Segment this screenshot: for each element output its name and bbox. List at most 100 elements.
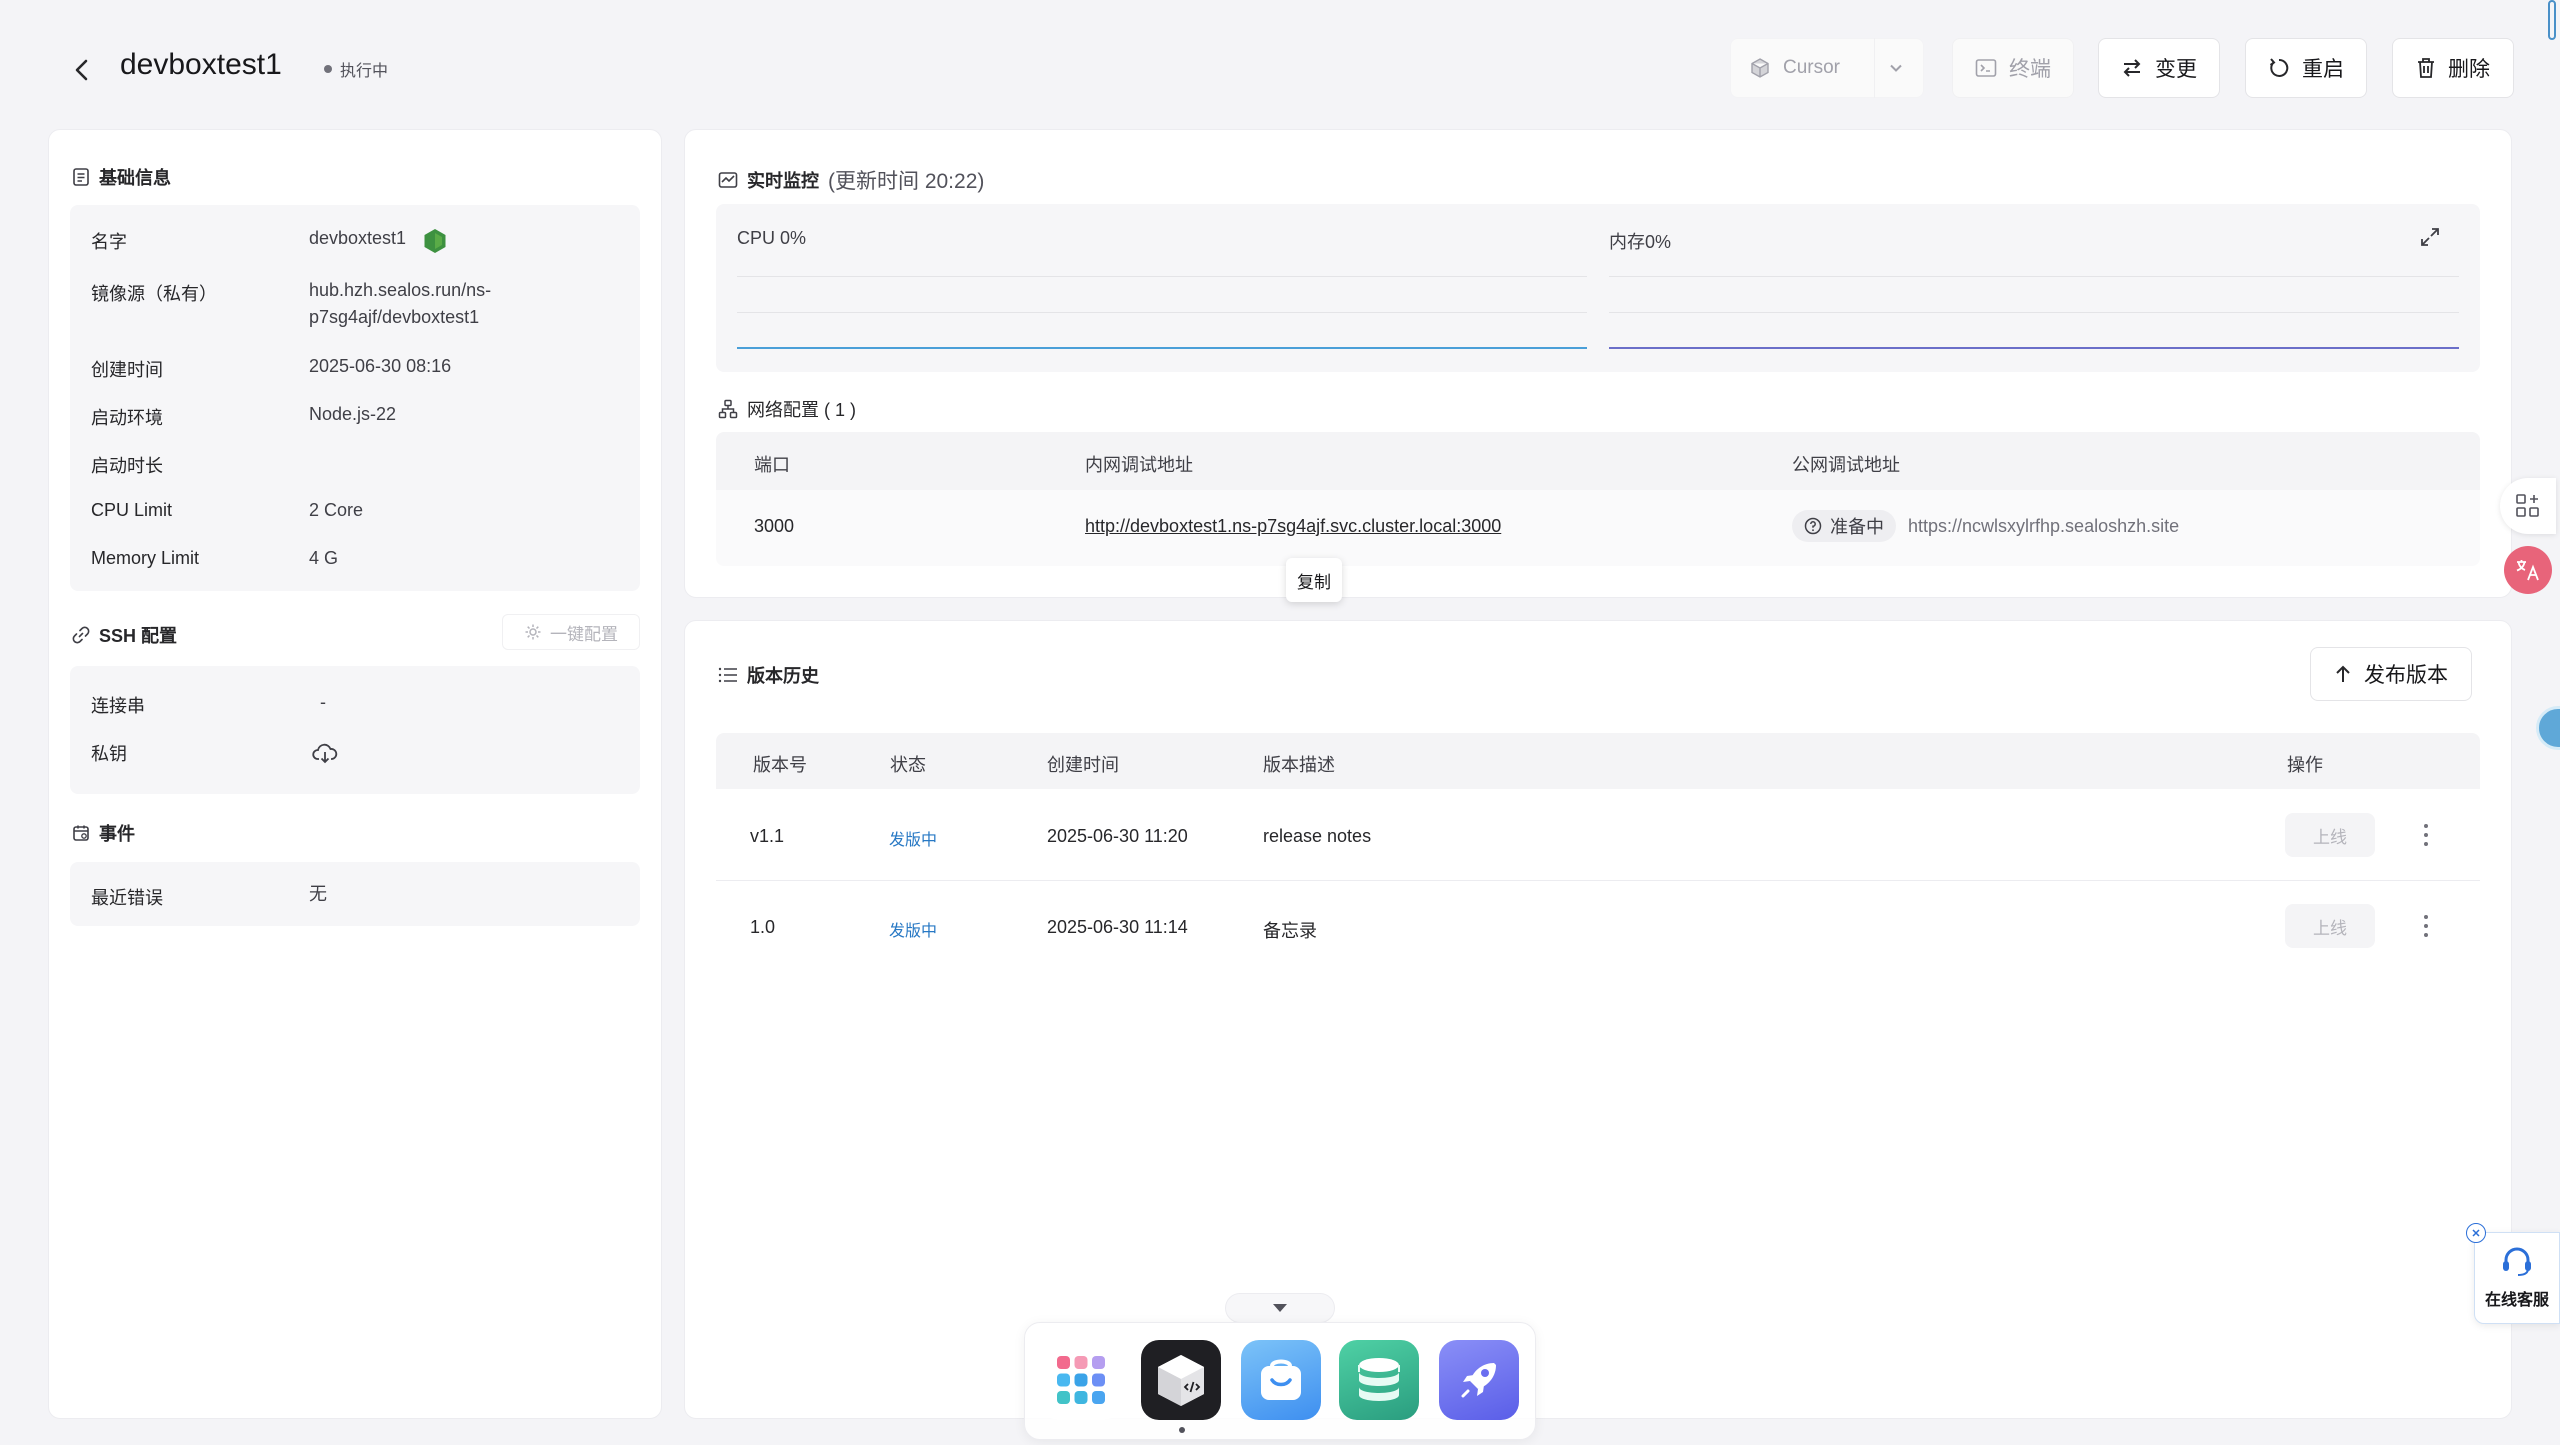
page-title: devboxtest1 [120, 48, 282, 81]
network-header-internal: 内网调试地址 [1085, 455, 1193, 475]
chevron-down-icon [1890, 64, 1902, 72]
expand-monitor-button[interactable] [2419, 226, 2441, 248]
nodejs-icon [423, 228, 447, 254]
version-header-status: 状态 [890, 755, 926, 775]
version-header-actions: 操作 [2287, 755, 2323, 775]
support-close-button[interactable] [2466, 1223, 2486, 1243]
version-desc: 备忘录 [1263, 921, 1317, 941]
public-address[interactable]: https://ncwlsxylrfhp.sealoshzh.site [1908, 516, 2179, 537]
dock-active-indicator [1179, 1427, 1185, 1433]
gear-icon [525, 624, 541, 640]
version-header-created: 创建时间 [1047, 755, 1119, 775]
dock-app-grid[interactable] [1041, 1340, 1121, 1420]
question-circle-icon [1804, 517, 1822, 535]
ide-select-button[interactable]: Cursor [1730, 38, 1924, 98]
info-label-name: 名字 [91, 232, 127, 252]
status-dot [324, 65, 332, 73]
table-row [716, 881, 2480, 973]
info-label-runtime: 启动环境 [91, 408, 163, 428]
version-table-header [716, 733, 2480, 789]
support-widget[interactable]: 在线客服 [2474, 1232, 2560, 1324]
cpu-chart [737, 276, 1587, 350]
devbox-icon [1158, 1355, 1204, 1406]
database-icon [1358, 1358, 1400, 1401]
back-button[interactable] [64, 52, 100, 88]
version-history-title: 版本历史 [718, 662, 819, 688]
monitor-title: 实时监控 (更新时间 20:22) [718, 165, 984, 195]
copy-tooltip: 复制 [1286, 558, 1342, 602]
memory-usage-label: 内存0% [1609, 232, 1672, 252]
dock-app-store[interactable] [1241, 1340, 1321, 1420]
dock-database[interactable] [1339, 1340, 1419, 1420]
version-desc: release notes [1263, 826, 1372, 846]
restart-button[interactable]: 重启 [2245, 38, 2367, 98]
network-icon [718, 399, 738, 419]
more-vertical-icon [2424, 915, 2428, 937]
caret-down-icon [1273, 1304, 1287, 1312]
scrollbar-indicator[interactable] [2548, 0, 2556, 40]
app-add-button[interactable] [2500, 478, 2556, 534]
chevron-left-icon [75, 59, 88, 81]
monitor-update-time: (更新时间 20:22) [828, 170, 985, 193]
memory-chart-line [1609, 347, 2459, 349]
delete-button[interactable]: 删除 [2392, 38, 2514, 98]
download-key-button[interactable] [312, 742, 338, 764]
ssh-box [70, 666, 640, 794]
publish-version-button[interactable]: 发布版本 [2310, 647, 2472, 701]
info-value-image: hub.hzh.sealos.run/ns- p7sg4ajf/devboxte… [309, 280, 492, 327]
monitor-chart-icon [718, 172, 738, 188]
go-online-button[interactable]: 上线 [2285, 813, 2375, 857]
version-status: 发版中 [889, 923, 938, 940]
cpu-chart-line [737, 347, 1587, 349]
more-vertical-icon [2424, 824, 2428, 846]
dock-launchpad[interactable] [1439, 1340, 1519, 1420]
go-online-button[interactable]: 上线 [2285, 904, 2375, 948]
public-status-badge: 准备中 [1792, 510, 1896, 542]
trash-icon [2418, 58, 2434, 78]
info-value-created: 2025-06-30 08:16 [309, 356, 452, 376]
cloud-download-icon [312, 743, 338, 764]
one-click-config-button[interactable]: 一键配置 [502, 614, 640, 650]
more-actions-button[interactable] [2418, 818, 2434, 852]
version-number: v1.1 [750, 826, 785, 846]
version-header-desc: 版本描述 [1263, 755, 1335, 775]
restart-icon [2269, 58, 2289, 77]
info-value-name: devboxtest1 [309, 228, 407, 248]
dock-collapse-button[interactable] [1225, 1293, 1335, 1323]
internal-address-link[interactable]: http://devboxtest1.ns-p7sg4ajf.svc.clust… [1085, 516, 1501, 537]
info-value-memory: 4 G [309, 548, 339, 568]
translate-button[interactable] [2504, 546, 2552, 594]
version-number: 1.0 [750, 917, 776, 937]
cube-icon [1751, 58, 1769, 78]
version-status: 发版中 [889, 832, 938, 849]
event-value-last-error: 无 [309, 884, 327, 904]
basic-info-box [70, 205, 640, 591]
memory-chart [1609, 276, 2459, 350]
expand-icon [2421, 228, 2439, 246]
list-icon [718, 667, 737, 683]
ssh-value-connection: - [320, 692, 326, 712]
document-icon [73, 168, 89, 186]
version-created: 2025-06-30 11:20 [1047, 826, 1188, 846]
terminal-button[interactable]: 终端 [1952, 38, 2074, 98]
event-label-last-error: 最近错误 [91, 888, 163, 908]
terminal-icon [1975, 59, 1997, 77]
more-actions-button[interactable] [2418, 909, 2434, 943]
ssh-label-private-key: 私钥 [91, 744, 127, 764]
floating-assistant-button[interactable] [2536, 706, 2560, 750]
network-port: 3000 [754, 516, 795, 536]
basic-info-title: 基础信息 [72, 164, 171, 190]
network-header-port: 端口 [754, 455, 790, 475]
change-button[interactable]: 变更 [2098, 38, 2220, 98]
swap-icon [2123, 59, 2141, 77]
network-title: 网络配置 ( 1 ) [718, 396, 856, 422]
table-row [716, 789, 2480, 881]
info-label-created: 创建时间 [91, 360, 163, 380]
ssh-label-connection: 连接串 [91, 696, 145, 716]
network-header-public: 公网调试地址 [1792, 455, 1900, 475]
calendar-icon [73, 825, 89, 841]
support-label: 在线客服 [2484, 1292, 2549, 1309]
ssh-title: SSH 配置 [72, 622, 177, 648]
events-title: 事件 [72, 820, 135, 846]
dock-devbox[interactable] [1141, 1340, 1221, 1420]
